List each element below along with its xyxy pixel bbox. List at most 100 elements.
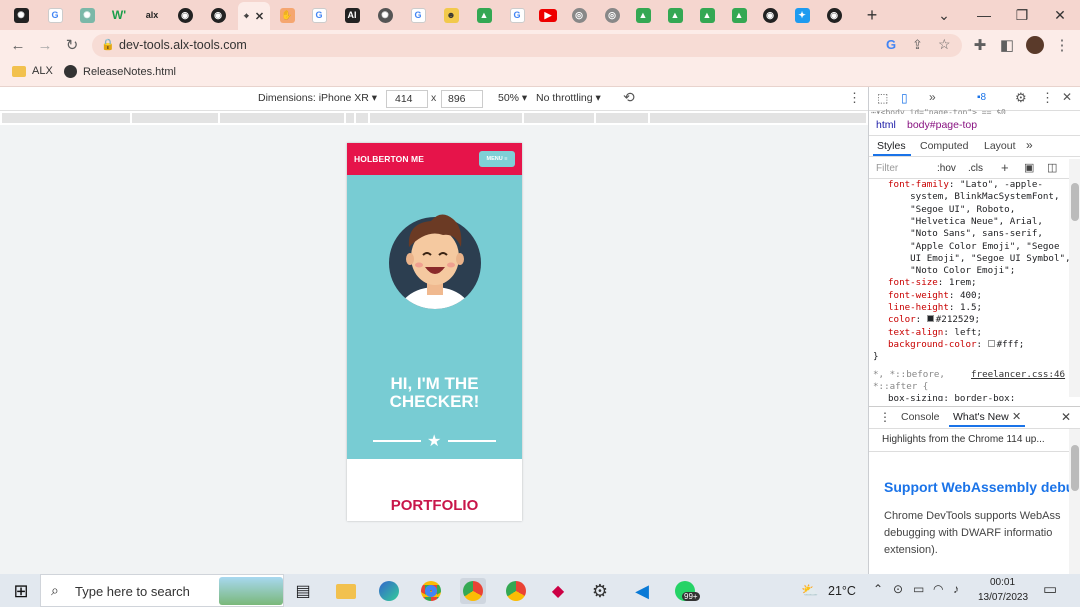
- notifications-icon[interactable]: ▭: [1043, 580, 1057, 598]
- drawer-scrollbar[interactable]: [1069, 429, 1080, 574]
- tab-chatgpt-3[interactable]: ✺: [370, 4, 400, 26]
- close-devtools-icon[interactable]: ✕: [1062, 90, 1072, 104]
- temperature[interactable]: 21°C: [828, 584, 856, 598]
- taskbar-search-box[interactable]: ⌕ Type here to search: [40, 574, 284, 607]
- volume-icon[interactable]: ♪: [953, 582, 959, 596]
- close-window-button[interactable]: ✕: [1040, 0, 1080, 30]
- tab-active[interactable]: ⌖ ✕: [238, 2, 270, 30]
- css-declaration[interactable]: "Noto Sans", sans-serif,: [888, 228, 1043, 240]
- tab-bot[interactable]: ☻: [436, 4, 466, 26]
- address-bar[interactable]: 🔒 dev-tools.alx-tools.com G ⇪ ☆: [92, 34, 962, 57]
- css-declaration[interactable]: text-align: left;: [888, 327, 982, 339]
- new-tab-button[interactable]: +: [857, 4, 887, 26]
- settings-icon[interactable]: ⚙: [587, 578, 613, 604]
- more-options-icon[interactable]: ⋮: [848, 90, 861, 106]
- tab-drive-4[interactable]: ▲: [692, 4, 722, 26]
- issues-badge[interactable]: ▪8: [977, 92, 986, 103]
- tab-twitter[interactable]: ✦: [787, 4, 817, 26]
- tab-google[interactable]: G: [40, 4, 70, 26]
- source-link[interactable]: freelancer.css:46: [971, 369, 1065, 381]
- css-declaration[interactable]: "Noto Color Emoji";: [888, 265, 1015, 277]
- tab-github-4[interactable]: ◉: [819, 4, 849, 26]
- chrome-icon[interactable]: [418, 578, 444, 604]
- network-icon[interactable]: ◠: [933, 582, 943, 596]
- whatsnew-title[interactable]: Support WebAssembly debu: [884, 479, 1074, 495]
- forward-button[interactable]: →: [35, 35, 55, 55]
- css-declaration[interactable]: "Helvetica Neue", Arial,: [888, 216, 1043, 228]
- device-toggle-icon[interactable]: ▯: [901, 91, 908, 105]
- tab-alx[interactable]: alx: [137, 4, 167, 26]
- tab-computed[interactable]: Computed: [920, 140, 968, 152]
- tab-w[interactable]: W': [104, 4, 134, 26]
- more-panels-icon[interactable]: »: [1026, 138, 1033, 152]
- tab-chatgpt-2[interactable]: ✺: [72, 4, 102, 26]
- tab-layout[interactable]: Layout: [984, 140, 1016, 152]
- tab-ai[interactable]: AI: [337, 4, 367, 26]
- css-declaration[interactable]: "Segoe UI", Roboto,: [888, 204, 1015, 216]
- close-icon[interactable]: ✕: [1012, 410, 1021, 423]
- url-text[interactable]: dev-tools.alx-tools.com: [119, 38, 247, 52]
- tab-github[interactable]: ◉: [170, 4, 200, 26]
- windows-start-button[interactable]: ⊞: [8, 578, 34, 604]
- wifi-status-icon[interactable]: ⊙: [893, 582, 903, 596]
- chrome-menu-button[interactable]: ⋮: [1052, 35, 1072, 55]
- hov-toggle[interactable]: :hov: [937, 163, 956, 174]
- task-view-icon[interactable]: ▤: [290, 578, 316, 604]
- tab-google-3[interactable]: G: [403, 4, 433, 26]
- tab-search-button[interactable]: ⌄: [924, 0, 964, 30]
- width-input[interactable]: 414: [386, 90, 428, 108]
- extensions-button[interactable]: ✚: [970, 35, 990, 55]
- dimensions-dropdown[interactable]: Dimensions: iPhone XR ▾: [258, 92, 377, 104]
- color-swatch[interactable]: [987, 339, 995, 347]
- tab-youtube[interactable]: ▶: [533, 4, 563, 26]
- chrome-profile-2-icon[interactable]: [503, 578, 529, 604]
- side-panel-button[interactable]: ◧: [997, 35, 1017, 55]
- css-declaration[interactable]: "Apple Color Emoji", "Segoe: [888, 241, 1059, 253]
- tab-google-2[interactable]: G: [304, 4, 334, 26]
- share-icon[interactable]: ⇪: [912, 37, 923, 53]
- reload-button[interactable]: ↻: [62, 35, 82, 55]
- breadcrumb-html[interactable]: html: [876, 119, 896, 131]
- media-query-bar[interactable]: [0, 111, 868, 125]
- back-button[interactable]: ←: [8, 35, 28, 55]
- tab-styles[interactable]: Styles: [877, 140, 906, 152]
- tab-drive-3[interactable]: ▲: [660, 4, 690, 26]
- menu-button[interactable]: MENU ≡: [479, 151, 515, 167]
- vscode-icon[interactable]: ◀: [629, 578, 655, 604]
- breadcrumb-body[interactable]: body#page-top: [907, 119, 977, 131]
- drawer-tab-console[interactable]: Console: [901, 411, 940, 423]
- bookmark-releasenotes[interactable]: ReleaseNotes.html: [64, 65, 176, 78]
- star-icon[interactable]: ☆: [938, 36, 951, 53]
- tab-chrome[interactable]: ◎: [564, 4, 594, 26]
- styles-scrollbar[interactable]: [1069, 159, 1080, 397]
- rotate-icon[interactable]: ⟲: [623, 89, 635, 106]
- css-declaration[interactable]: system, BlinkMacSystemFont,: [888, 191, 1059, 203]
- clock-time[interactable]: 00:01: [990, 577, 1015, 588]
- zoom-dropdown[interactable]: 50% ▾: [498, 92, 527, 104]
- git-icon[interactable]: ◆: [545, 578, 571, 604]
- tab-drive-2[interactable]: ▲: [628, 4, 658, 26]
- whatsapp-icon[interactable]: 99+: [672, 578, 700, 604]
- tab-orange[interactable]: ✋: [272, 4, 302, 26]
- kebab-menu-icon[interactable]: ⋮: [1041, 90, 1054, 106]
- add-rule-icon[interactable]: +: [1001, 160, 1009, 175]
- tab-chatgpt[interactable]: ✺: [6, 4, 36, 26]
- tab-github-3[interactable]: ◉: [755, 4, 785, 26]
- css-declaration[interactable]: UI Emoji", "Segoe UI Symbol",: [888, 253, 1069, 265]
- file-explorer-icon[interactable]: [333, 578, 359, 604]
- profile-avatar[interactable]: [1025, 35, 1045, 55]
- drawer-menu-icon[interactable]: ⋮: [879, 410, 891, 424]
- css-declaration[interactable]: font-family: "Lato", -apple-: [888, 179, 1043, 191]
- edge-icon[interactable]: [376, 578, 402, 604]
- sidebar-toggle-icon[interactable]: ◫: [1047, 161, 1057, 174]
- css-declaration[interactable]: font-weight: 400;: [888, 290, 982, 302]
- minimize-button[interactable]: —: [964, 0, 1004, 30]
- settings-icon[interactable]: ⚙: [1015, 90, 1027, 106]
- height-input[interactable]: 896: [441, 90, 483, 108]
- battery-icon[interactable]: ▭: [913, 582, 924, 596]
- styles-filter-input[interactable]: Filter: [876, 163, 898, 174]
- close-icon[interactable]: ✕: [255, 10, 264, 23]
- drawer-tab-whatsnew[interactable]: What's New: [953, 411, 1009, 423]
- close-drawer-icon[interactable]: ✕: [1061, 410, 1071, 424]
- css-declaration[interactable]: line-height: 1.5;: [888, 302, 982, 314]
